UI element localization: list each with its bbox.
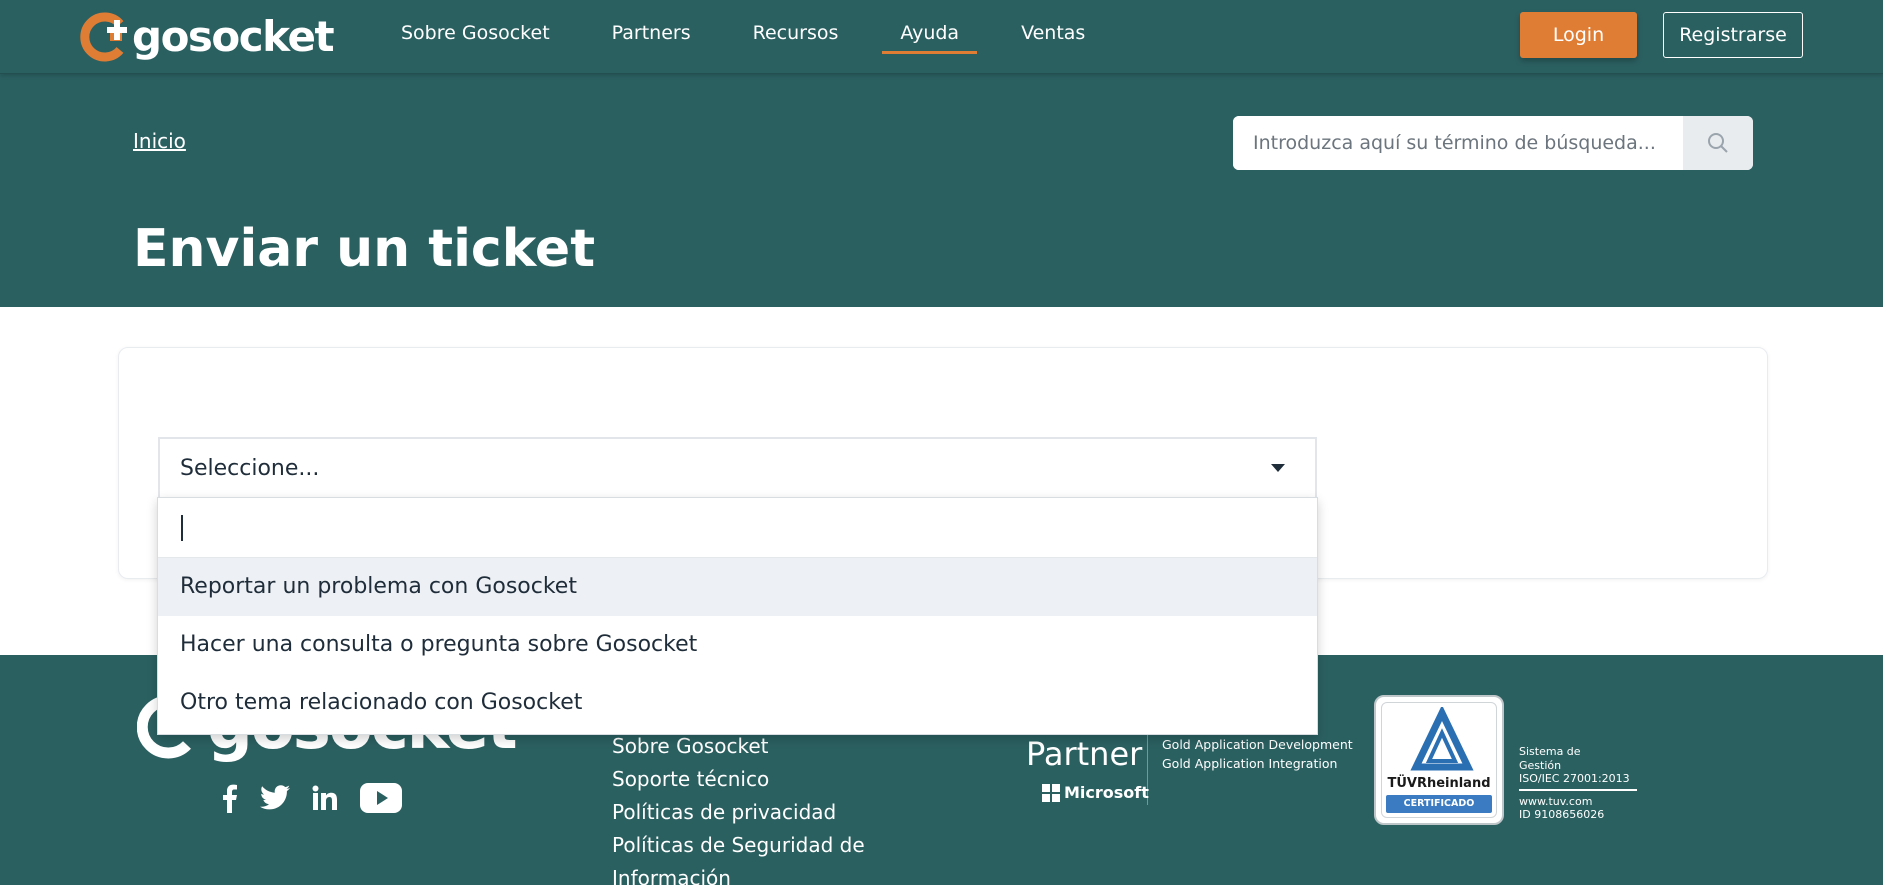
tuv-triangle-icon [1410, 707, 1474, 771]
microsoft-logo-icon [1042, 783, 1060, 802]
dropdown-search [158, 498, 1317, 558]
gosocket-logo[interactable]: gosocket [80, 12, 335, 62]
gold-competencies: Gold Application Development Gold Applic… [1162, 735, 1353, 773]
search-input[interactable] [1233, 116, 1683, 170]
gold-line: Gold Application Integration [1162, 756, 1338, 771]
iso-divider [1519, 788, 1637, 791]
caret-down-icon [1271, 464, 1285, 472]
login-button[interactable]: Login [1520, 12, 1637, 58]
hero-banner: Inicio Enviar un ticket [0, 74, 1883, 307]
partner-word: Partner [1026, 735, 1143, 773]
top-navigation: gosocket Sobre Gosocket Partners Recurso… [0, 0, 1883, 74]
search-bar [1233, 116, 1753, 170]
facebook-icon[interactable] [222, 783, 238, 813]
tuv-id: ID 9108656026 [1519, 808, 1605, 821]
nav-ayuda[interactable]: Ayuda [882, 0, 978, 54]
partner-divider [1147, 727, 1148, 805]
ticket-type-select[interactable]: Seleccione... [158, 437, 1317, 497]
footer-link-privacidad[interactable]: Políticas de privacidad [612, 796, 902, 829]
youtube-icon[interactable] [360, 783, 402, 813]
iso-line: Gestión [1519, 758, 1562, 772]
linkedin-icon[interactable] [312, 785, 338, 811]
breadcrumb-inicio[interactable]: Inicio [133, 129, 186, 153]
page-title: Enviar un ticket [133, 219, 596, 279]
main-nav: Sobre Gosocket Partners Recursos Ayuda V… [383, 0, 1129, 62]
tuv-badge-inner: TÜVRheinland CERTIFICADO [1381, 702, 1497, 818]
register-button[interactable]: Registrarse [1663, 12, 1803, 58]
option-hacer-consulta[interactable]: Hacer una consulta o pregunta sobre Goso… [158, 616, 1317, 674]
tuv-name: TÜVRheinland [1387, 776, 1491, 791]
iso-info: Sistema de Gestión ISO/IEC 27001:2013 ww… [1519, 745, 1637, 822]
social-links [222, 783, 402, 813]
footer-link-seguridad[interactable]: Políticas de Seguridad de Información [612, 829, 902, 885]
nav-partners[interactable]: Partners [594, 0, 709, 54]
tuv-url: www.tuv.com [1519, 794, 1593, 808]
twitter-icon[interactable] [260, 785, 290, 811]
dropdown-search-input[interactable] [178, 510, 1278, 546]
search-button[interactable] [1683, 116, 1753, 170]
select-value: Seleccione... [180, 456, 320, 481]
iso-line: Sistema de [1519, 745, 1581, 758]
microsoft-mark: Microsoft [1042, 783, 1149, 802]
nav-recursos[interactable]: Recursos [735, 0, 857, 54]
gold-line: Gold Application Development [1162, 737, 1353, 752]
microsoft-partner-badge: Partner Microsoft [1026, 735, 1149, 802]
footer-link-soporte[interactable]: Soporte técnico [612, 763, 902, 796]
ticket-type-dropdown: Reportar un problema con Gosocket Hacer … [157, 497, 1318, 735]
nav-sobre-gosocket[interactable]: Sobre Gosocket [383, 0, 568, 54]
iso-line: ISO/IEC 27001:2013 [1519, 772, 1630, 785]
footer-links: Sobre Gosocket Soporte técnico Políticas… [612, 730, 902, 885]
option-otro-tema[interactable]: Otro tema relacionado con Gosocket [158, 674, 1317, 732]
search-icon [1708, 133, 1728, 153]
option-reportar-problema[interactable]: Reportar un problema con Gosocket [158, 558, 1317, 616]
logo-wordmark: gosocket [132, 12, 335, 61]
microsoft-label: Microsoft [1064, 783, 1149, 802]
tuv-certificate-badge: TÜVRheinland CERTIFICADO [1374, 695, 1504, 825]
nav-ventas[interactable]: Ventas [1003, 0, 1103, 54]
tuv-certificado: CERTIFICADO [1386, 795, 1492, 813]
gosocket-logo-icon [80, 12, 132, 62]
